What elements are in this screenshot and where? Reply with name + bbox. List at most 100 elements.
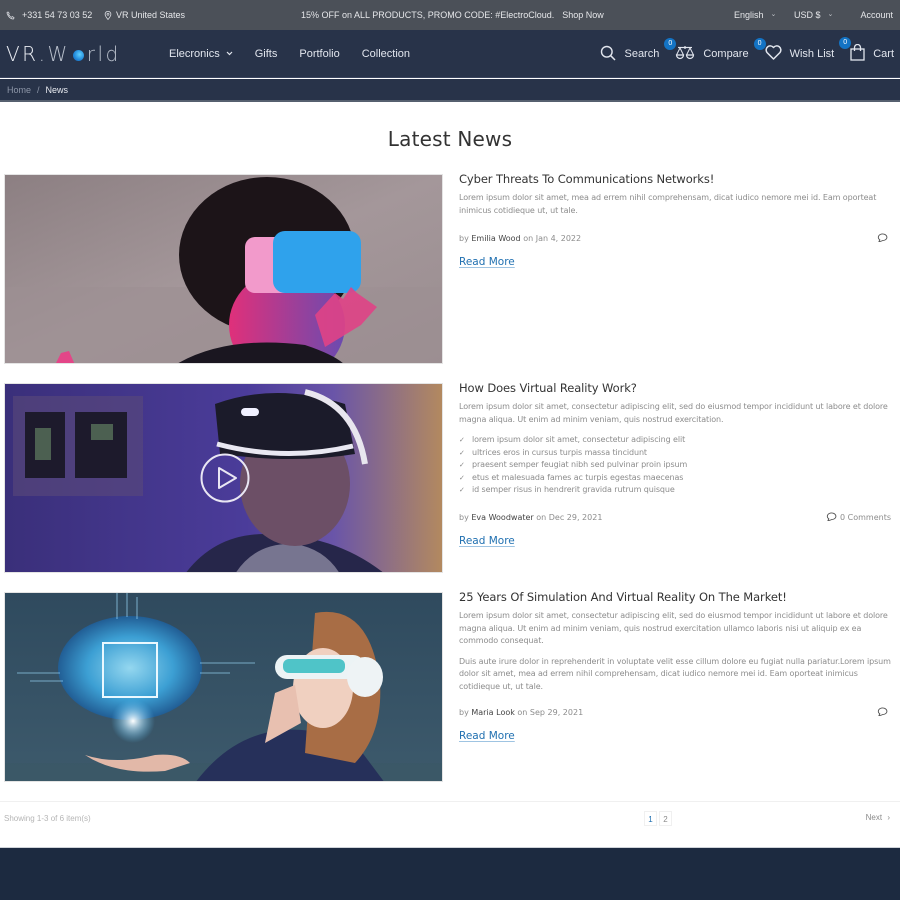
chevron-down-icon: ⌄	[827, 11, 834, 18]
chevron-right-icon: ›	[887, 813, 890, 822]
post-content: Cyber Threats To Communications Networks…	[459, 172, 895, 270]
page-2-button[interactable]: 2	[659, 811, 672, 826]
page-1-button[interactable]: 1	[644, 811, 657, 826]
nav-item-collection[interactable]: Collection	[362, 48, 410, 60]
search-label: Search	[624, 48, 660, 60]
comments-count: 0 Comments	[840, 513, 891, 523]
breadcrumb: Home / News	[0, 79, 900, 102]
list-item: ✓ ultrices eros in cursus turpis massa ti…	[459, 447, 895, 460]
read-more-link[interactable]: Read More	[459, 730, 515, 742]
breadcrumb-home[interactable]: Home	[7, 85, 31, 95]
checkmark-icon: ✓	[459, 486, 465, 495]
nav-item-gifts[interactable]: Gifts	[255, 48, 278, 60]
search-button[interactable]: Search	[600, 45, 659, 64]
search-icon	[600, 45, 617, 64]
post-meta: by Emilia Wood on Jan 4, 2022	[459, 233, 895, 246]
post-author[interactable]: Eva Woodwater	[471, 513, 533, 522]
page-numbers: 1 2	[644, 811, 672, 826]
post-date: Dec 29, 2021	[548, 512, 603, 522]
play-icon	[200, 453, 250, 503]
top-bar: +331 54 73 03 52 VR United States 15% OF…	[0, 0, 900, 30]
meta-on: on	[517, 708, 528, 717]
read-more-link[interactable]: Read More	[459, 535, 515, 547]
main-nav: Elecronics Gifts Portfolio Collection	[169, 30, 432, 78]
list-item: ✓ lorem ipsum dolor sit amet, consectetur…	[459, 434, 895, 447]
pagination: Showing 1-3 of 6 item(s) 1 2 Next ›	[0, 801, 900, 836]
map-pin-icon	[104, 10, 112, 20]
account-link[interactable]: Account	[860, 0, 893, 30]
site-footer	[0, 847, 900, 900]
post-image[interactable]	[4, 383, 443, 573]
nav-item-portfolio[interactable]: Portfolio	[299, 48, 339, 60]
checkmark-icon: ✓	[459, 436, 465, 444]
logo-text-vr: VR	[6, 42, 39, 66]
comment-icon	[877, 707, 888, 719]
post-author[interactable]: Maria Look	[471, 708, 515, 717]
meta-on: on	[536, 512, 547, 522]
compare-button[interactable]: 0 Compare	[664, 38, 749, 63]
post-excerpt: Lorem ipsum dolor sit amet, mea ad errem…	[459, 193, 877, 215]
checkmark-icon: ✓	[459, 461, 465, 470]
next-page-button[interactable]: Next ›	[866, 813, 890, 822]
list-item-text: lorem ipsum dolor sit amet, consectetur …	[472, 435, 686, 444]
checkmark-icon: ✓	[459, 473, 465, 482]
post-bullet-list: ✓ lorem ipsum dolor sit amet, consectetur…	[459, 434, 895, 497]
shopping-bag-icon: 0	[839, 37, 865, 64]
nav-label: Elecronics	[169, 48, 220, 60]
comments-link[interactable]	[877, 233, 891, 245]
list-item-text: praesent semper feugiat nibh sed pulvina…	[472, 460, 688, 470]
currency-selector[interactable]: USD $ ⌄	[794, 0, 833, 30]
post-title[interactable]: Cyber Threats To Communications Networks…	[459, 172, 895, 186]
cart-button[interactable]: 0 Cart	[839, 37, 894, 64]
chevron-down-icon: ⌄	[770, 11, 777, 18]
results-count: Showing 1-3 of 6 item(s)	[4, 814, 91, 823]
post-date: Jan 4, 2022	[535, 234, 582, 243]
comments-link[interactable]	[877, 707, 891, 719]
main-header: VR . W rld Elecronics Gifts Portfolio Co…	[0, 30, 900, 78]
currency-label: USD $	[794, 10, 821, 20]
post-image[interactable]	[4, 174, 443, 364]
shop-now-link[interactable]: Shop Now	[562, 0, 604, 30]
promo-banner: 15% OFF on ALL PRODUCTS, PROMO CODE: #El…	[301, 0, 604, 30]
nav-label: Portfolio	[299, 48, 340, 60]
comments-link[interactable]: 0 Comments	[826, 512, 891, 524]
scale-compare-icon: 0	[664, 38, 695, 63]
video-play-button[interactable]	[200, 453, 250, 508]
location-text: VR United States	[116, 10, 186, 20]
language-selector[interactable]: English ⌄	[734, 0, 776, 30]
list-item: ✓ praesent semper feugiat nibh sed pulvin…	[459, 459, 895, 472]
logo-text-rld: rld	[86, 42, 121, 66]
comment-icon	[877, 233, 888, 245]
wishlist-button[interactable]: 0 Wish List	[753, 38, 834, 63]
read-more-link[interactable]: Read More	[459, 256, 515, 268]
page-title: Latest News	[387, 127, 513, 151]
post-image[interactable]	[4, 592, 443, 782]
next-label: Next	[865, 813, 883, 822]
post-meta: by Maria Look on Sep 29, 2021	[459, 707, 895, 720]
language-label: English	[734, 10, 764, 20]
phone-contact[interactable]: +331 54 73 03 52	[6, 0, 92, 30]
post-title[interactable]: How Does Virtual Reality Work?	[459, 381, 895, 395]
woman-vr-headset-image	[5, 175, 442, 363]
comment-icon	[826, 512, 837, 524]
meta-by: by	[459, 234, 469, 243]
logo-text-w: W	[47, 42, 70, 66]
header-actions: Search 0 Compare 0 Wish List 0 Cart	[584, 30, 894, 78]
post-author[interactable]: Emilia Wood	[471, 234, 520, 243]
cart-label: Cart	[873, 48, 894, 60]
phone-number: +331 54 73 03 52	[22, 10, 93, 20]
breadcrumb-separator: /	[37, 84, 40, 95]
post-excerpt: Duis aute irure dolor in reprehenderit i…	[459, 656, 891, 691]
post-excerpt: Lorem ipsum dolor sit amet, consectetur …	[459, 402, 888, 424]
meta-by: by	[459, 512, 469, 522]
nav-item-electronics[interactable]: Elecronics	[169, 48, 233, 60]
list-item-text: etus et malesuada fames ac turpis egesta…	[472, 472, 684, 482]
promo-text: 15% OFF on ALL PRODUCTS, PROMO CODE: #El…	[301, 10, 555, 20]
list-item-text: id semper risus in hendrerit gravida rut…	[472, 485, 675, 495]
chevron-down-icon	[226, 51, 233, 58]
nav-label: Gifts	[254, 48, 278, 60]
breadcrumb-current: News	[45, 84, 69, 95]
site-logo[interactable]: VR . W rld	[6, 42, 121, 66]
store-location[interactable]: VR United States	[104, 0, 185, 30]
post-title[interactable]: 25 Years Of Simulation And Virtual Reali…	[459, 590, 895, 604]
